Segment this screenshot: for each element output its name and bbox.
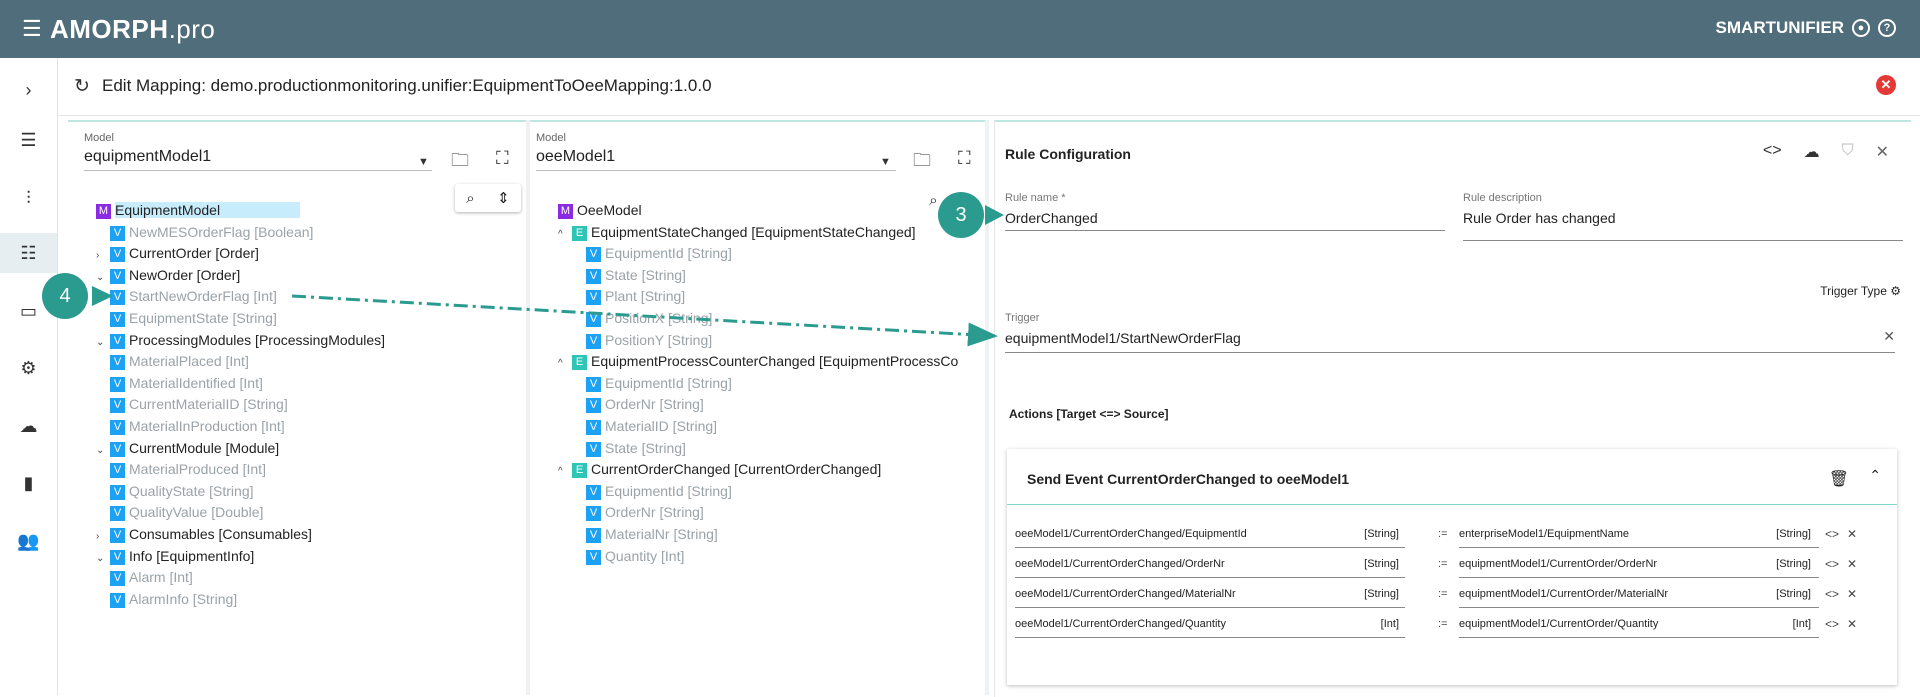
mapping-arrow — [291, 294, 998, 347]
annotation-overlay — [92, 205, 1004, 347]
step-badge-3: 3 — [938, 192, 984, 238]
step-badge-4: 4 — [42, 273, 88, 319]
